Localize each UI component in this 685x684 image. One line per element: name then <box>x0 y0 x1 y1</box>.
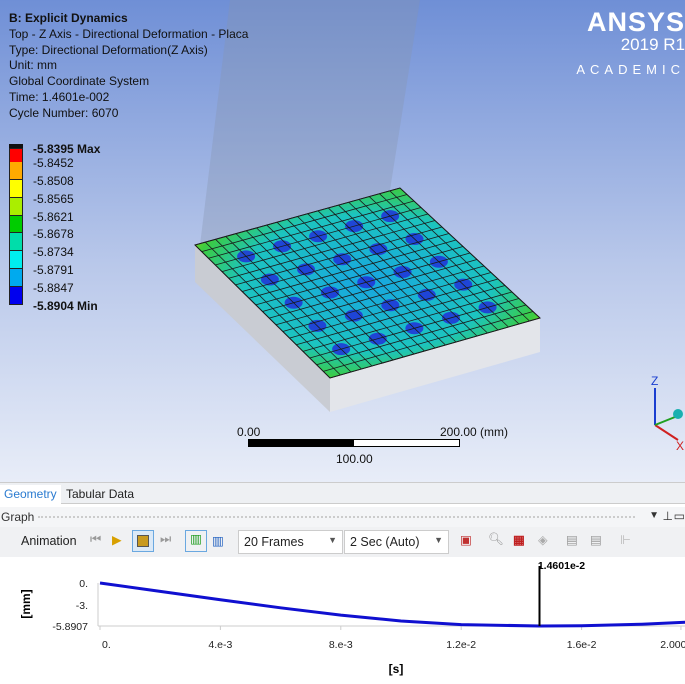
result-info: B: Explicit Dynamics Top - Z Axis - Dire… <box>9 11 248 122</box>
tab-geometry[interactable]: Geometry <box>0 485 61 504</box>
legend-swatch <box>9 251 23 270</box>
frame-forward-icon[interactable]: ▤ <box>590 532 602 547</box>
x-tick-label: 1.2e-2 <box>446 639 476 651</box>
legend-swatch <box>9 233 23 252</box>
legend-swatch <box>9 179 23 198</box>
info-line: Cycle Number: 6070 <box>9 105 119 120</box>
scale-left-label: 0.00 <box>237 425 261 439</box>
legend-value: -5.8621 <box>33 209 74 224</box>
graph-panel-title: Graph <box>1 510 35 524</box>
x-axis-label: [s] <box>389 662 404 676</box>
legend-value: -5.8452 <box>33 155 74 170</box>
legend-value: -5.8508 <box>33 173 74 188</box>
legend-swatch <box>9 197 23 216</box>
x-tick-label: 4.e-3 <box>208 639 232 651</box>
3d-viewport[interactable]: Z X B: Explicit Dynamics Top - Z Axis - … <box>0 0 685 482</box>
legend-row: -5.8395 Max <box>9 142 100 166</box>
frames-dropdown[interactable]: 20 Frames ▼ <box>238 530 343 554</box>
triad-x-label: X <box>676 439 684 453</box>
tab-tabular-data[interactable]: Tabular Data <box>62 485 138 504</box>
legend-value: -5.8678 <box>33 227 74 242</box>
frames-value: 20 Frames <box>244 535 304 549</box>
info-line: Time: 1.4601e-002 <box>9 89 110 104</box>
info-line: Type: Directional Deformation(Z Axis) <box>9 42 208 57</box>
animation-label: Animation <box>21 534 77 548</box>
y-tick-label: -3. <box>76 600 88 612</box>
info-line: Top - Z Axis - Directional Deformation -… <box>9 26 249 41</box>
skip-end-icon[interactable]: ⏭ <box>160 532 171 547</box>
legend-value: -5.8791 <box>33 263 74 278</box>
analysis-title: B: Explicit Dynamics <box>9 11 128 25</box>
logo-year: 2019 R1 <box>620 35 685 54</box>
duration-dropdown[interactable]: 2 Sec (Auto) ▼ <box>344 530 449 554</box>
panel-menu-icon[interactable]: ▼ <box>649 510 659 521</box>
info-line: Global Coordinate System <box>9 74 150 89</box>
graph-panel-header: Graph ▼ ⊥ ▭ <box>0 507 685 527</box>
pin-icon[interactable]: ⊥ <box>663 509 673 523</box>
triad-z-label: Z <box>651 374 658 388</box>
y-tick-label: -5.8907 <box>52 621 88 633</box>
legend-row: -5.8452 <box>9 156 74 180</box>
frame-back-icon[interactable]: ▤ <box>566 532 578 547</box>
duration-value: 2 Sec (Auto) <box>350 535 420 549</box>
y-tick-label: 0. <box>79 578 88 590</box>
play-icon[interactable]: ▶ <box>112 532 122 547</box>
series-line <box>99 581 685 628</box>
deformation-graph[interactable]: 0. -3. -5.8907 0. 4.e-3 8.e-3 1.2e-2 1.6e-2 2.00… <box>0 557 685 679</box>
logo-brand: ANSYS <box>586 7 685 37</box>
animation-toolbar: Animation ⏮ ▶ ⏭ ▥ ▥ 20 Frames ▼ 2 Sec (Au… <box>0 527 685 557</box>
y-axis-label: [mm] <box>19 589 33 618</box>
skip-start-icon[interactable]: ⏮ <box>90 532 101 547</box>
zoom-icon[interactable]: 🔍︎ <box>488 532 504 547</box>
scale-right-label: 200.00 (mm) <box>440 425 509 439</box>
legend-value: -5.8904 Min <box>33 299 98 314</box>
distributed-frames-icon[interactable]: ▥ <box>185 530 207 552</box>
close-panel-icon[interactable]: ▭ <box>674 509 685 523</box>
scale-bar-graphic <box>248 439 460 447</box>
stop-icon <box>137 535 149 547</box>
x-tick-label: 1.6e-2 <box>567 639 597 651</box>
x-tick-label: 2.0002e- <box>660 639 685 651</box>
legend-row: -5.8565 <box>9 192 74 216</box>
legend-swatch <box>9 287 23 306</box>
logo-edition: ACADEMIC <box>576 62 685 77</box>
legend-value: -5.8395 Max <box>33 142 101 156</box>
legend-row: -5.8791 <box>9 263 74 288</box>
info-line: Unit: mm <box>9 58 57 73</box>
legend-row: -5.8508 <box>9 174 74 198</box>
stop-button[interactable] <box>132 530 154 552</box>
chart-options-icon[interactable]: ⊩ <box>620 532 631 547</box>
x-tick-label: 8.e-3 <box>329 639 353 651</box>
legend-row: -5.8621 <box>9 210 74 234</box>
camera-icon[interactable]: ◈ <box>538 532 548 547</box>
coordinate-triad[interactable]: Z X <box>651 374 684 453</box>
time-marker-label: 1.4601e-2 <box>538 560 585 572</box>
legend-value: -5.8734 <box>33 245 74 260</box>
export-video-icon[interactable]: ▣ <box>460 532 472 547</box>
x-tick-label: 0. <box>102 639 111 651</box>
legend-swatch <box>9 161 23 180</box>
legend-swatch <box>9 269 23 288</box>
legend-row: -5.8847 <box>9 281 74 306</box>
legend-swatch <box>9 215 23 234</box>
tab-bar: Geometry Tabular Data <box>0 482 685 504</box>
ansys-logo: ANSYS 2019 R1 ACADEMIC <box>576 8 685 77</box>
color-legend: -5.8395 Max -5.8452 -5.8508 -5.8565 -5.8621 -… <box>9 142 100 313</box>
legend-row: -5.8734 <box>9 245 74 270</box>
legend-value: -5.8847 <box>33 281 74 296</box>
legend-row: -5.8904 Min <box>9 299 98 313</box>
legend-value: -5.8565 <box>33 191 74 206</box>
result-sets-icon[interactable]: ▥ <box>212 533 224 548</box>
legend-row: -5.8678 <box>9 227 74 252</box>
scale-mid-label: 100.00 <box>336 452 373 466</box>
color-bands-icon[interactable]: ▦ <box>513 532 525 547</box>
